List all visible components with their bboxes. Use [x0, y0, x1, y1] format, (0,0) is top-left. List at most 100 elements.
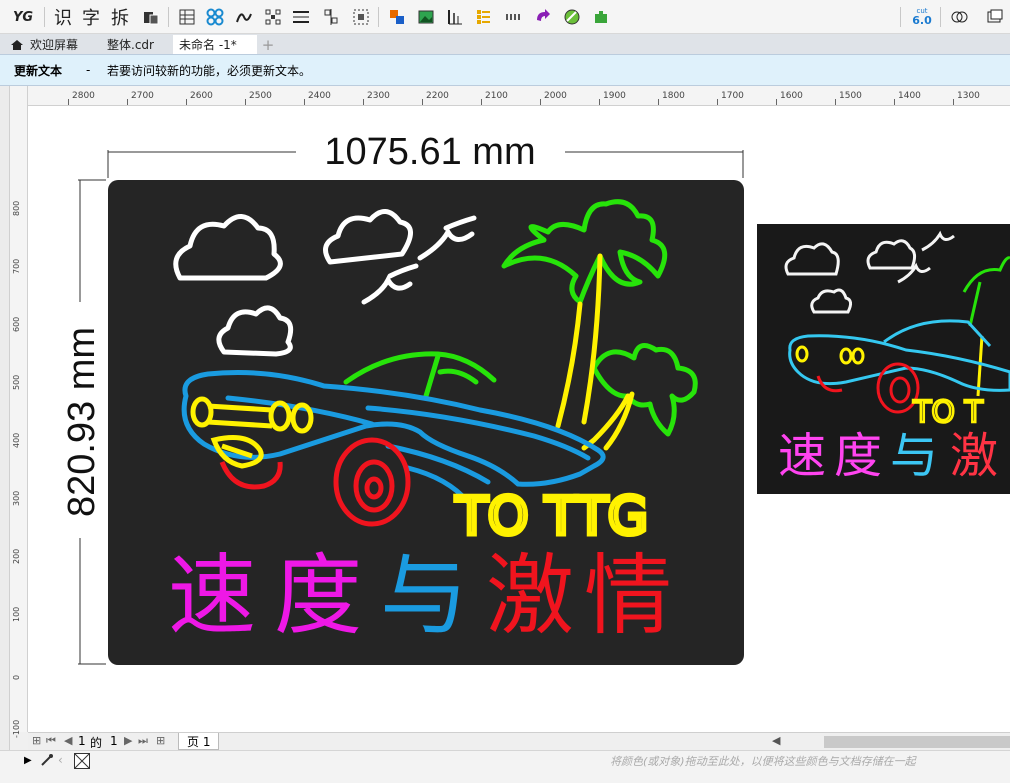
tab-untitled[interactable]: 未命名 -1*	[173, 35, 257, 54]
title-char-speed[interactable]: 速	[168, 544, 256, 647]
recognize-text-button[interactable]: 识	[52, 6, 74, 29]
tab-label: 欢迎屏幕	[30, 38, 79, 52]
preview-char: 度	[834, 428, 882, 484]
ruler-label: 2100	[485, 91, 508, 101]
ruler-tick	[127, 99, 128, 105]
title-char-and[interactable]: 与	[380, 544, 468, 647]
height-dimension-label[interactable]: 820.93 mm	[61, 327, 103, 517]
last-page-icon[interactable]: ⏭	[138, 734, 148, 748]
no-color-swatch[interactable]	[74, 753, 90, 772]
version-badge[interactable]: cut 6.0	[910, 6, 934, 28]
page-of-label: 的	[90, 736, 103, 750]
preview-char: 激	[950, 428, 998, 484]
version-badge-number: 6.0	[912, 13, 932, 27]
to-ttg-text[interactable]: TO TTG	[452, 485, 650, 550]
palette-scroll-left-icon[interactable]: ‹	[58, 753, 63, 767]
table-icon[interactable]	[176, 6, 198, 28]
home-icon	[11, 39, 23, 50]
ruler-tick	[304, 99, 305, 105]
puzzle-icon[interactable]	[590, 6, 612, 28]
total-pages-number: 1	[110, 734, 118, 748]
prev-page-icon[interactable]: ◀	[64, 734, 72, 747]
preview-char: 速	[778, 428, 826, 484]
ruler-tick	[481, 99, 482, 105]
tab-document[interactable]: 整体.cdr	[101, 35, 160, 54]
vertical-ruler[interactable]: 800 700 600 500 400 300 200 100 0 -100	[10, 86, 28, 738]
ruler-tick	[363, 99, 364, 105]
width-dimension-label[interactable]: 1075.61 mm	[324, 131, 535, 173]
ruler-label: 100	[12, 606, 21, 622]
tab-label: 未命名 -1*	[179, 38, 237, 52]
design-artwork: 1075.61 mm 820.93 mm TO TTG 速 度 与 激 情 TO…	[61, 131, 1010, 665]
toolbar-separator	[940, 7, 941, 27]
nodes-icon[interactable]	[262, 6, 284, 28]
update-separator: -	[86, 63, 91, 77]
add-page-after-icon[interactable]: ⊞	[156, 734, 165, 747]
eyedropper-icon[interactable]	[40, 753, 54, 770]
distribute-icon[interactable]	[320, 6, 342, 28]
split-text-button[interactable]: 拆	[109, 6, 131, 29]
ruler-tick	[717, 99, 718, 105]
color-icon[interactable]	[386, 6, 408, 28]
first-page-icon[interactable]: ⏮	[46, 734, 56, 748]
char-text-button[interactable]: 字	[80, 6, 102, 29]
dimension-icon[interactable]	[444, 6, 466, 28]
title-char-degree[interactable]: 度	[274, 544, 362, 647]
ball-icon[interactable]	[561, 6, 583, 28]
ruler-label: 2000	[544, 91, 567, 101]
palette-hint: 将颜色(或对象)拖动至此处，以便将这些颜色与文档存储在一起	[610, 755, 916, 768]
horizontal-scrollbar-thumb[interactable]	[824, 736, 1010, 748]
ruler-label: 1700	[721, 91, 744, 101]
ruler-label: 200	[12, 548, 21, 564]
scroll-left-icon[interactable]: ◀	[772, 734, 780, 747]
preview-to-ttg-text: TO T	[912, 395, 983, 430]
ruler-tick	[245, 99, 246, 105]
update-message: 若要访问较新的功能，必须更新文本。	[107, 63, 312, 78]
current-page-number: 1	[78, 734, 86, 748]
copy-icon[interactable]	[140, 6, 162, 28]
title-char-excite[interactable]: 激	[486, 544, 574, 647]
align-icon[interactable]	[290, 6, 312, 28]
drawing-canvas[interactable]: 1075.61 mm 820.93 mm TO TTG 速 度 与 激 情 TO…	[28, 106, 1010, 732]
ruler-label: 800	[12, 200, 21, 216]
curve-icon[interactable]	[233, 6, 255, 28]
toolbox[interactable]	[0, 86, 10, 750]
page-navigation-bar: ⊞ ⏮ ◀ 1 的 1 ▶ ⏭ ⊞ 页 1 ◀	[28, 732, 1010, 750]
pattern-icon[interactable]	[204, 6, 226, 28]
update-notification-bar: 更新文本 - 若要访问较新的功能，必须更新文本。	[0, 54, 1010, 86]
ruler-tick	[422, 99, 423, 105]
grid-icon[interactable]	[350, 6, 372, 28]
preview-image[interactable]: TO T 速 度 与 激	[757, 224, 1010, 494]
document-tabs: 欢迎屏幕 整体.cdr 未命名 -1* +	[0, 34, 1010, 54]
new-tab-button[interactable]: +	[257, 35, 279, 54]
toolbar-separator	[900, 7, 901, 27]
image-icon[interactable]	[415, 6, 437, 28]
ruler-label: 2200	[426, 91, 449, 101]
list-icon[interactable]	[472, 6, 494, 28]
ruler-label: 2700	[131, 91, 154, 101]
page-tab[interactable]: 页 1	[178, 733, 220, 750]
ruler-label: 2600	[190, 91, 213, 101]
horizontal-ruler[interactable]: 2800 2700 2600 2500 2400 2300 2200 2100 2000 1900…	[28, 86, 1010, 106]
add-page-before-icon[interactable]: ⊞	[32, 734, 41, 747]
ruler-label: 1900	[603, 91, 626, 101]
ruler-label: 2400	[308, 91, 331, 101]
ruler-tick	[599, 99, 600, 105]
arrow-icon[interactable]	[532, 6, 554, 28]
yg-logo-icon[interactable]: YG	[12, 6, 34, 28]
ruler-tick	[953, 99, 954, 105]
next-page-icon[interactable]: ▶	[124, 734, 132, 747]
preview-char: 与	[890, 428, 938, 484]
shapes-icon[interactable]	[948, 6, 970, 28]
ruler-label: 1400	[898, 91, 921, 101]
tab-welcome[interactable]: 欢迎屏幕	[4, 35, 84, 54]
dots-icon[interactable]	[502, 6, 524, 28]
update-title[interactable]: 更新文本	[14, 62, 62, 79]
ruler-tick	[68, 99, 69, 105]
ruler-label: 600	[12, 316, 21, 332]
palette-expand-icon[interactable]: ▶	[24, 755, 32, 766]
title-char-passion[interactable]: 情	[584, 544, 672, 647]
color-palette-bar: ▶ ‹ 将颜色(或对象)拖动至此处，以便将这些颜色与文档存储在一起	[0, 750, 1010, 783]
ruler-label: 1500	[839, 91, 862, 101]
window-icon[interactable]	[984, 6, 1006, 28]
